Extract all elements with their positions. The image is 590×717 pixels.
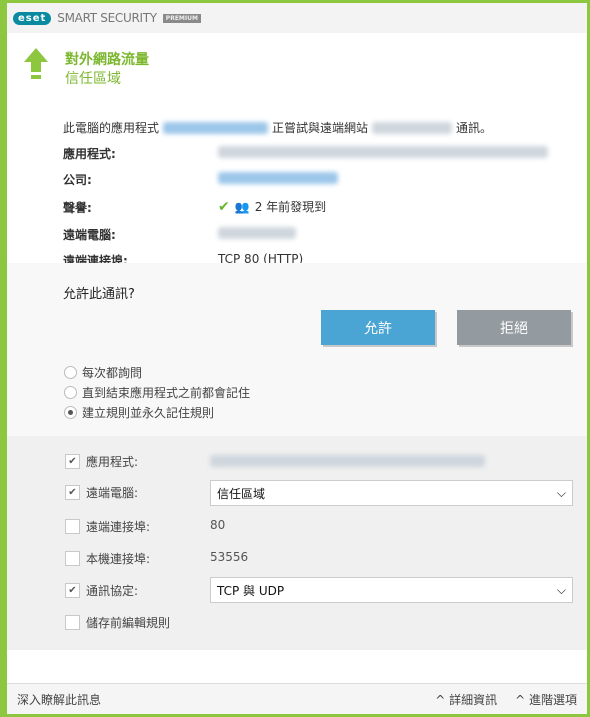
checkbox-protocol[interactable]: ✔ 通訊協定:	[65, 582, 138, 599]
protocol-select[interactable]: TCP 與 UDP ⌵	[210, 577, 573, 603]
alert-title: 對外網路流量	[65, 52, 149, 68]
app-path-redacted	[218, 146, 548, 158]
check-icon[interactable]: ✔	[65, 485, 80, 500]
upload-arrow-icon	[24, 48, 48, 79]
checkbox-label: 遠端連接埠:	[86, 520, 151, 534]
radio-circle[interactable]	[64, 386, 77, 399]
reputation-label: 聲譽:	[63, 201, 92, 215]
chevron-down-icon: ⌵	[556, 582, 566, 597]
select-value: TCP 與 UDP	[217, 583, 285, 598]
radio-circle-selected[interactable]	[64, 406, 77, 419]
checkbox-edit-rule[interactable]: 儲存前編輯規則	[65, 614, 170, 631]
radio-label: 每次都詢問	[82, 366, 143, 380]
learn-more-link[interactable]: 深入瞭解此訊息	[17, 691, 101, 708]
remote-port-value: 80	[210, 518, 226, 532]
checkbox-box[interactable]	[65, 551, 80, 566]
select-value: 信任區域	[217, 486, 266, 501]
title-bar: eset SMART SECURITY PREMIUM	[7, 3, 587, 33]
radio-label: 建立規則並永久記住規則	[82, 406, 215, 420]
deny-button[interactable]: 拒絕	[457, 310, 571, 345]
checkbox-box[interactable]	[65, 519, 80, 534]
checkbox-local-port[interactable]: 本機連接埠:	[65, 550, 150, 567]
chevron-down-icon: ⌵	[556, 485, 566, 500]
chevron-up-icon: ^	[515, 692, 529, 707]
remote-computer-label: 遠端電腦:	[63, 228, 116, 242]
remote-site-redacted	[372, 121, 453, 134]
toggle-label: 詳細資訊	[449, 692, 498, 707]
check-icon[interactable]: ✔	[65, 583, 80, 598]
checkbox-box[interactable]	[65, 615, 80, 630]
checkbox-remote-port[interactable]: 遠端連接埠:	[65, 518, 150, 535]
company-link-redacted[interactable]	[218, 172, 338, 184]
toggle-label: 進階選項	[528, 692, 577, 707]
checkbox-label: 通訊協定:	[86, 584, 139, 598]
sentence-text: 通訊。	[456, 121, 493, 135]
eset-logo: eset	[13, 11, 52, 25]
app-label: 應用程式:	[63, 147, 116, 161]
advanced-options-toggle[interactable]: ^ 進階選項	[515, 691, 577, 708]
allow-button[interactable]: 允許	[321, 310, 435, 345]
check-icon[interactable]: ✔	[65, 454, 80, 469]
sentence-text: 此電腦的應用程式	[63, 121, 160, 135]
question-text: 允許此通訊?	[63, 287, 135, 302]
eset-alert-window: eset SMART SECURITY PREMIUM 對外網路流量 信任區域 …	[7, 3, 587, 714]
reputation-value: 2 年前發現到	[254, 200, 327, 214]
product-name: SMART SECURITY	[57, 11, 157, 25]
details-toggle[interactable]: ^ 詳細資訊	[435, 691, 497, 708]
radio-circle[interactable]	[64, 366, 77, 379]
local-port-value: 53556	[210, 550, 249, 564]
alert-sentence: 此電腦的應用程式 正嘗試與遠端網站 通訊。	[63, 119, 492, 136]
edition-badge: PREMIUM	[162, 13, 201, 23]
checkbox-label: 應用程式:	[86, 455, 139, 469]
company-label: 公司:	[63, 173, 92, 187]
sentence-text: 正嘗試與遠端網站	[272, 121, 369, 135]
remote-computer-select[interactable]: 信任區域 ⌵	[210, 480, 573, 506]
checkbox-application[interactable]: ✔ 應用程式:	[65, 453, 138, 470]
alert-subtitle: 信任區域	[65, 71, 121, 87]
radio-remember-until-exit[interactable]: 直到結束應用程式之前都會記住	[64, 384, 250, 401]
check-icon: ✔	[218, 198, 230, 215]
checkbox-label: 儲存前編輯規則	[86, 616, 171, 630]
app-link-redacted[interactable]	[163, 121, 269, 134]
app-path-redacted	[210, 455, 485, 467]
checkbox-label: 遠端電腦:	[86, 486, 139, 500]
checkbox-label: 本機連接埠:	[86, 552, 151, 566]
checkbox-remote-computer[interactable]: ✔ 遠端電腦:	[65, 484, 138, 501]
radio-label: 直到結束應用程式之前都會記住	[82, 386, 251, 400]
radio-create-rule[interactable]: 建立規則並永久記住規則	[64, 404, 214, 421]
footer: 深入瞭解此訊息 ^ 詳細資訊 ^ 進階選項	[7, 683, 587, 714]
radio-ask-every-time[interactable]: 每次都詢問	[64, 364, 142, 381]
chevron-up-icon: ^	[435, 692, 450, 707]
remote-address-redacted	[218, 227, 296, 239]
users-icon: 👥	[234, 199, 250, 214]
